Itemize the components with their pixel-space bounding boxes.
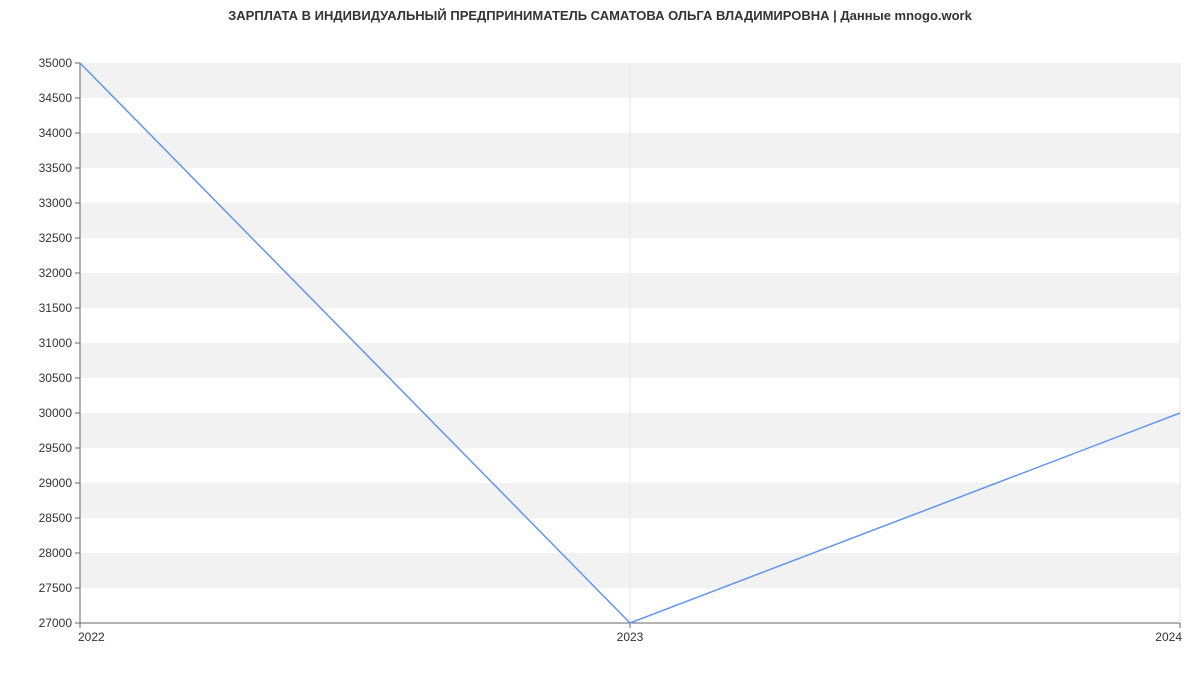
- x-tick-label: 2022: [78, 630, 105, 644]
- y-tick-label: 32500: [39, 231, 73, 245]
- chart-title: ЗАРПЛАТА В ИНДИВИДУАЛЬНЫЙ ПРЕДПРИНИМАТЕЛ…: [0, 0, 1200, 23]
- y-tick-label: 31000: [39, 336, 73, 350]
- y-tick-label: 32000: [39, 266, 73, 280]
- y-tick-label: 31500: [39, 301, 73, 315]
- y-tick-label: 29000: [39, 476, 73, 490]
- y-tick-label: 35000: [39, 56, 73, 70]
- line-chart: 27000 27500 28000 28500 29000 29500 30000 30500…: [0, 23, 1200, 673]
- chart-container: ЗАРПЛАТА В ИНДИВИДУАЛЬНЫЙ ПРЕДПРИНИМАТЕЛ…: [0, 0, 1200, 650]
- y-tick-label: 28500: [39, 511, 73, 525]
- y-tick-label: 29500: [39, 441, 73, 455]
- y-tick-label: 33500: [39, 161, 73, 175]
- x-tick-label: 2024: [1155, 630, 1182, 644]
- y-tick-label: 34000: [39, 126, 73, 140]
- y-tick-label: 28000: [39, 546, 73, 560]
- y-tick-label: 27500: [39, 581, 73, 595]
- y-tick-label: 33000: [39, 196, 73, 210]
- y-tick-label: 30000: [39, 406, 73, 420]
- y-tick-label: 27000: [39, 616, 73, 630]
- x-tick-label: 2023: [617, 630, 644, 644]
- y-tick-label: 34500: [39, 91, 73, 105]
- y-tick-label: 30500: [39, 371, 73, 385]
